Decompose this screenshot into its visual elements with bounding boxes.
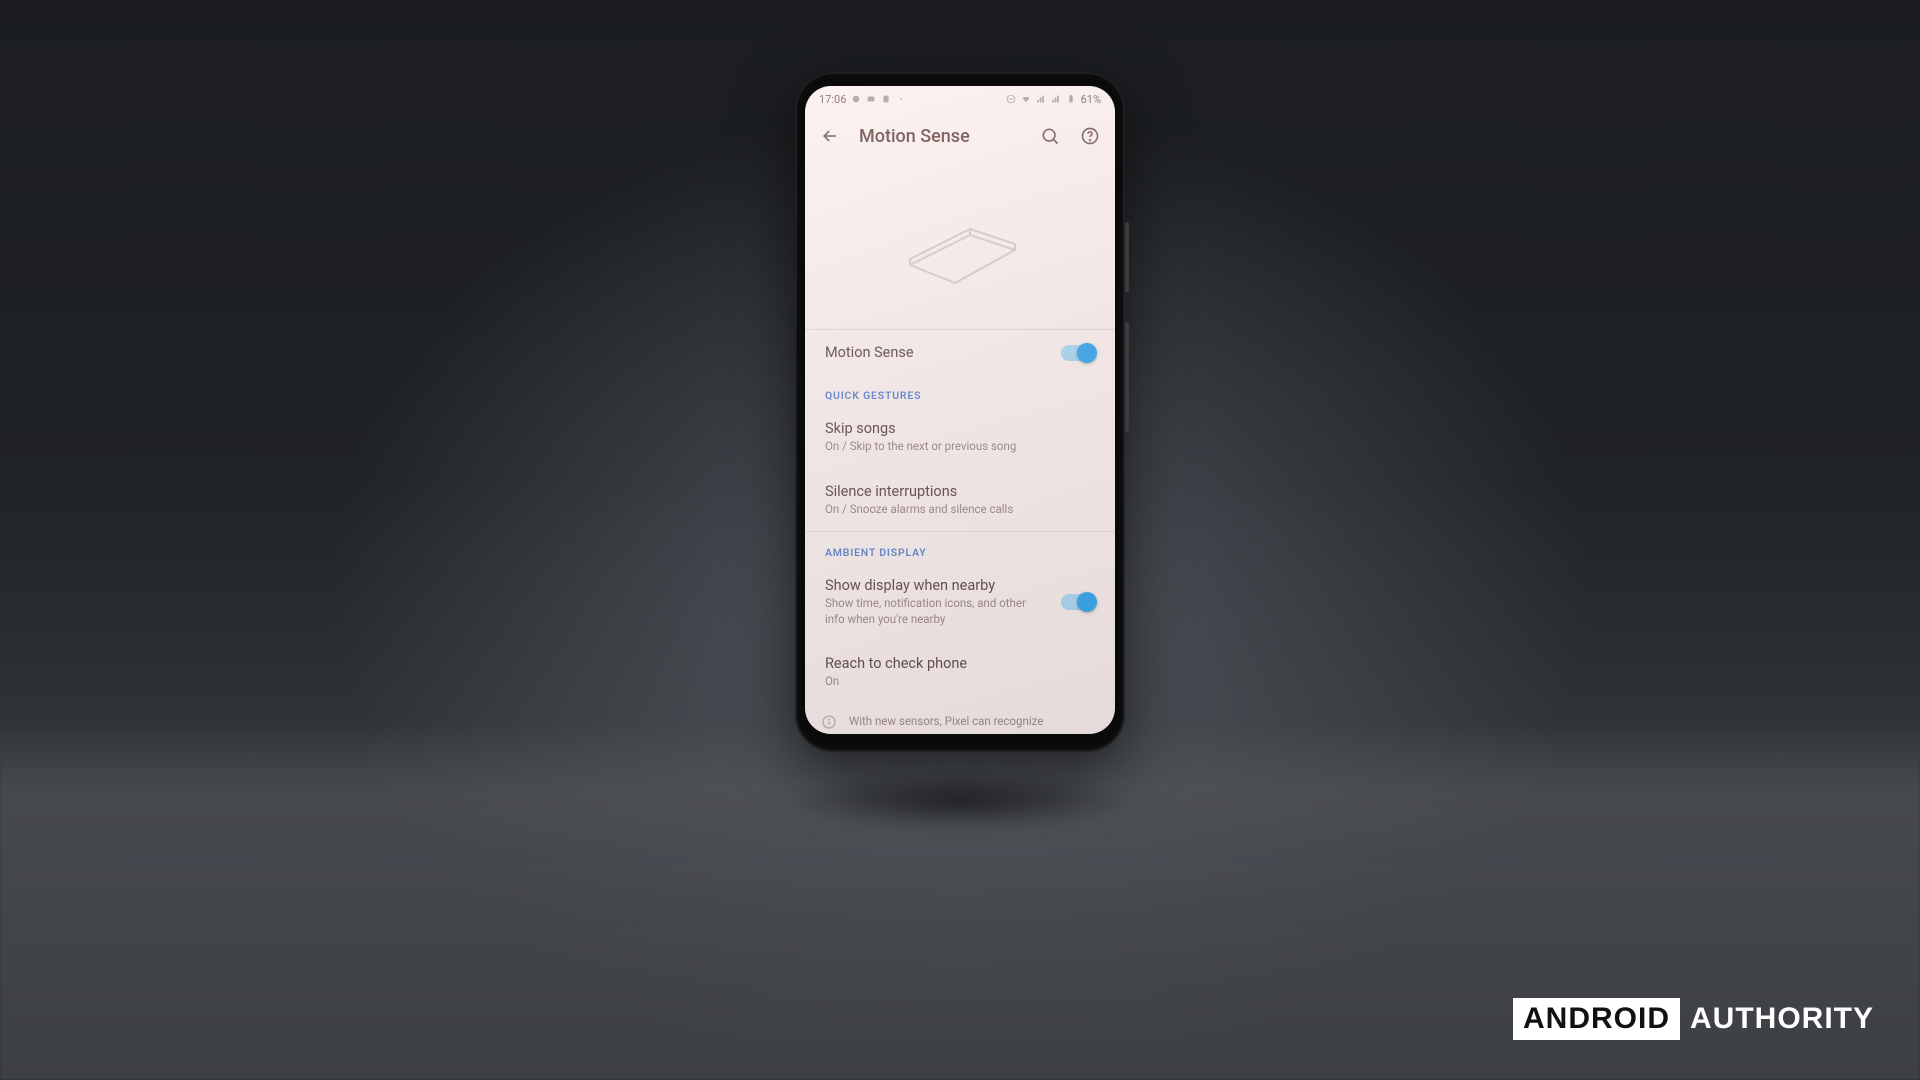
info-icon bbox=[821, 714, 837, 730]
watermark-plain: AUTHORITY bbox=[1690, 1002, 1874, 1036]
show-display-subtitle: Show time, notification icons, and other… bbox=[825, 596, 1047, 627]
phone-volume-button bbox=[1125, 322, 1129, 432]
section-ambient-display: AMBIENT DISPLAY bbox=[805, 532, 1115, 563]
show-display-title: Show display when nearby bbox=[825, 577, 1047, 594]
wifi-icon bbox=[1021, 94, 1031, 104]
watermark: ANDROID AUTHORITY bbox=[1513, 998, 1874, 1040]
reach-title: Reach to check phone bbox=[825, 655, 1095, 672]
hero-illustration bbox=[805, 160, 1115, 330]
skip-songs-subtitle: On / Skip to the next or previous song bbox=[825, 439, 1095, 455]
phone-power-button bbox=[1125, 222, 1129, 292]
reach-to-check-row[interactable]: Reach to check phone On bbox=[805, 641, 1115, 704]
battery-icon bbox=[1066, 94, 1076, 104]
show-display-nearby-row[interactable]: Show display when nearby Show time, noti… bbox=[805, 563, 1115, 641]
status-time: 17:06 bbox=[819, 93, 846, 106]
help-button[interactable] bbox=[1079, 125, 1101, 147]
status-bar: 17:06 61% bbox=[805, 86, 1115, 112]
back-button[interactable] bbox=[819, 125, 841, 147]
page-title: Motion Sense bbox=[859, 126, 1021, 147]
status-notif-icon bbox=[881, 94, 891, 104]
footer-info-row: With new sensors, Pixel can recognize bbox=[805, 704, 1115, 730]
phone-screen: 17:06 61% Motion Sense bbox=[805, 86, 1115, 734]
show-display-toggle[interactable] bbox=[1061, 594, 1095, 610]
motion-sense-label: Motion Sense bbox=[825, 344, 1047, 361]
search-icon bbox=[1040, 126, 1060, 146]
signal-icon bbox=[1036, 94, 1046, 104]
footer-info-text: With new sensors, Pixel can recognize bbox=[849, 714, 1043, 730]
help-icon bbox=[1080, 126, 1100, 146]
skip-songs-title: Skip songs bbox=[825, 420, 1095, 437]
phone-device: 17:06 61% Motion Sense bbox=[795, 72, 1125, 752]
silence-subtitle: On / Snooze alarms and silence calls bbox=[825, 502, 1095, 518]
status-notif-icon bbox=[896, 94, 906, 104]
silence-title: Silence interruptions bbox=[825, 483, 1095, 500]
app-bar: Motion Sense bbox=[805, 112, 1115, 160]
status-notif-icon bbox=[851, 94, 861, 104]
reach-subtitle: On bbox=[825, 674, 1095, 690]
status-notif-icon bbox=[866, 94, 876, 104]
status-battery-pct: 61% bbox=[1081, 93, 1101, 106]
watermark-boxed: ANDROID bbox=[1513, 998, 1680, 1040]
signal-icon bbox=[1051, 94, 1061, 104]
back-arrow-icon bbox=[820, 126, 840, 146]
phone-outline-icon bbox=[880, 195, 1040, 295]
section-quick-gestures: QUICK GESTURES bbox=[805, 375, 1115, 406]
motion-sense-toggle[interactable] bbox=[1061, 345, 1095, 361]
dnd-icon bbox=[1006, 94, 1016, 104]
search-button[interactable] bbox=[1039, 125, 1061, 147]
motion-sense-toggle-row[interactable]: Motion Sense bbox=[805, 330, 1115, 375]
silence-interruptions-row[interactable]: Silence interruptions On / Snooze alarms… bbox=[805, 469, 1115, 533]
skip-songs-row[interactable]: Skip songs On / Skip to the next or prev… bbox=[805, 406, 1115, 469]
phone-shadow bbox=[790, 770, 1130, 830]
